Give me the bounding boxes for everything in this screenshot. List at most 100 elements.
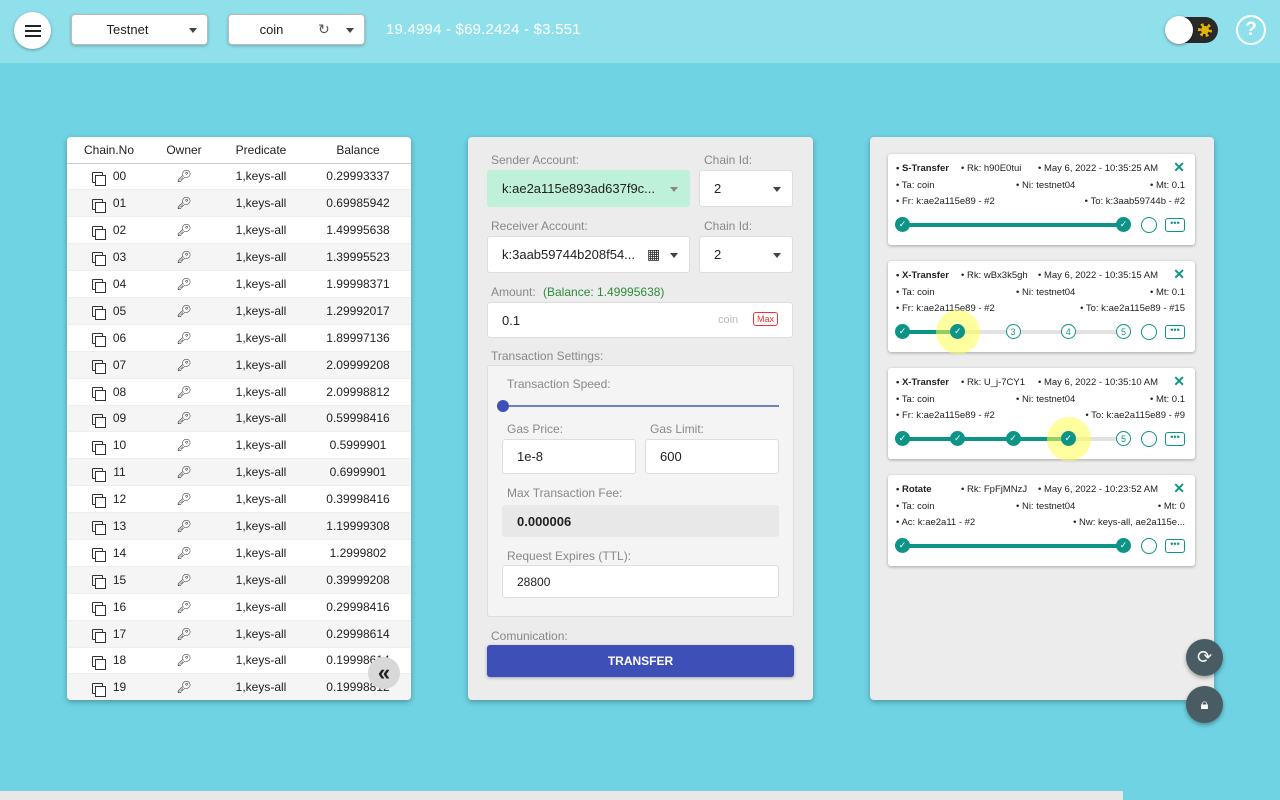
sender-account-select[interactable]: k:ae2a115e893ad637f9c... <box>487 170 690 207</box>
key-icon[interactable]: 🔑︎ <box>176 680 191 694</box>
key-icon[interactable]: 🔑︎ <box>176 358 191 372</box>
key-icon[interactable]: 🔑︎ <box>176 331 191 345</box>
lock-icon[interactable]: 🔒︎ <box>1186 686 1223 723</box>
chevron-down-icon <box>189 28 197 33</box>
copy-icon[interactable] <box>91 575 106 590</box>
copy-icon[interactable] <box>91 252 106 267</box>
details-icon[interactable]: ••• <box>1165 432 1185 446</box>
copy-icon[interactable] <box>91 306 106 321</box>
key-icon[interactable]: 🔑︎ <box>176 465 191 479</box>
copy-icon[interactable] <box>91 602 106 617</box>
gas-price-input[interactable]: 1e-8 <box>502 439 636 474</box>
copy-icon[interactable] <box>91 628 106 643</box>
qr-code-icon[interactable]: ▦ <box>647 246 660 263</box>
network-select[interactable]: Testnet <box>71 14 208 45</box>
theme-toggle[interactable] <box>1165 16 1218 44</box>
copy-icon[interactable] <box>91 521 106 536</box>
copy-icon[interactable] <box>91 171 106 186</box>
key-icon[interactable]: 🔑︎ <box>176 169 191 183</box>
copy-icon[interactable] <box>91 279 106 294</box>
receiver-chain-select[interactable]: 2 <box>699 236 793 273</box>
balance-cell: 0.69985942 <box>305 189 411 218</box>
token-select[interactable]: coin ↻ <box>228 14 365 45</box>
owner-cell: 🔑︎ <box>151 216 217 245</box>
explorer-icon[interactable] <box>1141 538 1157 554</box>
amount-label: Amount: <box>491 285 536 299</box>
copy-icon[interactable] <box>91 333 106 348</box>
transfer-button[interactable]: TRANSFER <box>487 645 794 677</box>
key-icon[interactable]: 🔑︎ <box>176 223 191 237</box>
tx-progress-fill <box>902 544 1123 548</box>
key-icon[interactable]: 🔑︎ <box>176 411 191 425</box>
key-icon[interactable]: 🔑︎ <box>176 573 191 587</box>
bottom-scrollbar[interactable] <box>0 791 1123 800</box>
tx-step: ✓ <box>1116 217 1131 232</box>
copy-icon[interactable] <box>91 360 106 374</box>
col-header-balance: Balance <box>305 137 411 164</box>
key-icon[interactable]: 🔑︎ <box>176 385 191 399</box>
key-icon[interactable]: 🔑︎ <box>176 196 191 210</box>
tx-from: • Ac: k:ae2a11 - #2 <box>896 517 976 528</box>
close-icon[interactable]: ✕ <box>1173 373 1185 390</box>
refresh-icon[interactable]: ↻ <box>318 21 330 38</box>
amount-input[interactable]: 0.1 coin Max <box>487 302 793 338</box>
key-icon[interactable]: 🔑︎ <box>176 438 191 452</box>
tx-token: • Ta: coin <box>896 180 935 191</box>
help-icon[interactable]: ? <box>1236 15 1266 45</box>
speed-slider[interactable] <box>497 400 779 412</box>
key-icon[interactable]: 🔑︎ <box>176 277 191 291</box>
close-icon[interactable]: ✕ <box>1173 480 1185 497</box>
explorer-icon[interactable] <box>1141 217 1157 233</box>
copy-icon[interactable] <box>92 467 107 482</box>
ttl-input[interactable]: 28800 <box>502 565 779 598</box>
tx-type: • X-Transfer <box>896 377 949 388</box>
owner-cell: 🔑︎ <box>151 539 217 567</box>
key-icon[interactable]: 🔑︎ <box>176 250 191 264</box>
key-icon[interactable]: 🔑︎ <box>176 653 191 667</box>
speed-slider-thumb[interactable] <box>497 400 509 412</box>
chain-cell: 05 <box>67 297 151 325</box>
copy-icon[interactable] <box>91 548 106 563</box>
chain-number: 06 <box>112 330 127 345</box>
details-icon[interactable]: ••• <box>1165 539 1185 553</box>
copy-icon[interactable] <box>91 655 106 670</box>
receiver-account-select[interactable]: k:3aab59744b208f54... ▦ <box>487 236 690 273</box>
sender-chain-select[interactable]: 2 <box>699 170 793 207</box>
key-icon[interactable]: 🔑︎ <box>176 492 191 506</box>
sync-icon[interactable]: ⟳ <box>1186 639 1223 676</box>
key-icon[interactable]: 🔑︎ <box>176 304 191 318</box>
predicate-cell: 1,keys-all <box>217 243 305 272</box>
hamburger-icon[interactable] <box>14 12 51 49</box>
tx-date: • May 6, 2022 - 10:35:25 AM <box>1038 163 1159 174</box>
copy-icon[interactable] <box>91 494 106 509</box>
predicate-cell: 1,keys-all <box>217 485 305 514</box>
tx-step: ✓ <box>895 217 910 232</box>
copy-icon[interactable] <box>91 225 106 240</box>
tx-step: ✓ <box>1005 431 1021 446</box>
gas-limit-input[interactable]: 600 <box>645 439 779 474</box>
key-icon[interactable]: 🔑︎ <box>176 519 191 533</box>
close-icon[interactable]: ✕ <box>1173 266 1185 283</box>
owner-cell: 🔑︎ <box>151 512 217 540</box>
key-icon[interactable]: 🔑︎ <box>176 600 191 614</box>
collapse-icon[interactable]: « <box>368 657 400 689</box>
max-button[interactable]: Max <box>753 312 779 326</box>
chain-cell: 16 <box>67 593 151 621</box>
details-icon[interactable]: ••• <box>1165 218 1185 232</box>
copy-icon[interactable] <box>91 413 106 428</box>
details-icon[interactable]: ••• <box>1165 325 1185 339</box>
amount-unit: coin <box>718 314 739 326</box>
close-icon[interactable]: ✕ <box>1173 159 1185 176</box>
key-icon[interactable]: 🔑︎ <box>176 546 191 560</box>
transactions-panel: • S-Transfer • Rk: h90E0tui • May 6, 2022 … <box>870 137 1214 700</box>
explorer-icon[interactable] <box>1141 324 1157 340</box>
copy-icon[interactable] <box>91 440 106 455</box>
predicate-cell: 1,keys-all <box>217 566 305 594</box>
key-icon[interactable]: 🔑︎ <box>176 627 191 641</box>
copy-icon[interactable] <box>91 682 106 697</box>
tx-step: ✓ <box>1116 538 1131 553</box>
copy-icon[interactable] <box>91 198 106 213</box>
owner-cell: 🔑︎ <box>151 324 217 352</box>
copy-icon[interactable] <box>91 386 106 401</box>
explorer-icon[interactable] <box>1141 431 1157 447</box>
